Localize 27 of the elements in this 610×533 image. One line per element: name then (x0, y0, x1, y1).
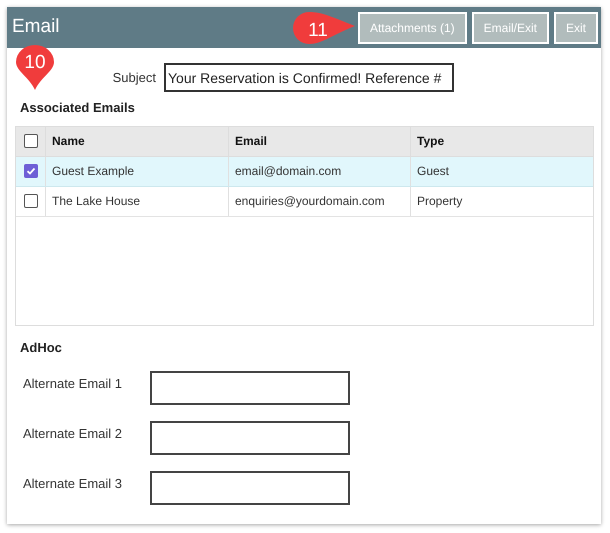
window-title: Email (12, 15, 60, 40)
field-label: Alternate Email 3 (23, 475, 123, 493)
section-heading: AdHoc (20, 338, 63, 356)
email-field[interactable] (150, 371, 350, 405)
section-heading: Associated Emails (20, 99, 136, 117)
callout-number: 10 (23, 51, 47, 75)
table-row[interactable]: Guest Example email@domain.com Guest (16, 156, 593, 186)
table-cell-text: email@domain.com (235, 163, 342, 180)
email-field[interactable] (150, 421, 350, 455)
table-cell-text: Guest (417, 163, 450, 180)
column-header: Email (235, 133, 268, 150)
checkbox[interactable] (24, 194, 38, 208)
column-header: Type (417, 133, 444, 150)
checkbox[interactable] (24, 134, 38, 148)
field-label: Alternate Email 2 (23, 425, 123, 443)
table-row[interactable]: The Lake House enquiries@yourdomain.com Property (16, 186, 593, 216)
callout-number: 11 (307, 19, 329, 43)
email-field[interactable] (150, 471, 350, 505)
column-header: Name (52, 133, 85, 150)
table-cell-text: enquiries@yourdomain.com (235, 193, 385, 210)
subject-label: Subject (112, 68, 156, 87)
subject-field[interactable]: Your Reservation is Confirmed! Reference # (164, 63, 454, 92)
table-cell-text: Guest Example (52, 163, 134, 180)
field-label: Alternate Email 1 (23, 375, 123, 393)
checkbox[interactable] (24, 164, 38, 178)
table-cell-text: The Lake House (52, 193, 140, 210)
table-cell-text: Property (417, 193, 462, 210)
